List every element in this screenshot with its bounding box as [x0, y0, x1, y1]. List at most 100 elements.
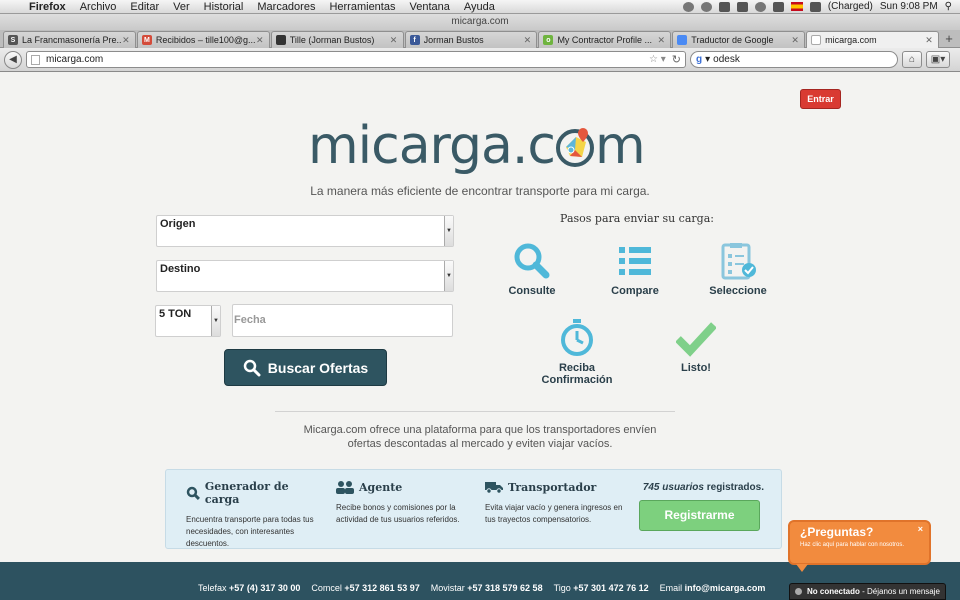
bookmark-star-icon[interactable]: ☆ ▾ — [649, 54, 666, 65]
fecha-input[interactable]: Fecha — [232, 304, 453, 337]
browser-tab[interactable]: o My Contractor Profile ... ✕ — [538, 31, 672, 48]
menubar-clock[interactable]: Sun 9:08 PM — [880, 1, 938, 12]
tab-close-icon[interactable]: ✕ — [389, 35, 399, 46]
chevron-down-icon[interactable]: ▼ — [211, 306, 220, 336]
menu-archivo[interactable]: Archivo — [73, 1, 124, 13]
step-listo: Listo! — [646, 318, 746, 374]
footer-contact-value: +57 318 579 62 58 — [467, 583, 543, 593]
home-button[interactable]: ⌂ — [902, 51, 922, 68]
stopwatch-icon — [561, 319, 593, 356]
tab-label: Traductor de Google — [691, 35, 774, 45]
menu-herramientas[interactable]: Herramientas — [322, 1, 402, 13]
search-dropdown-icon[interactable]: ▾ — [705, 54, 710, 65]
browser-tab[interactable]: micarga.com ✕ — [806, 31, 940, 48]
reload-icon[interactable]: ↻ — [672, 53, 681, 66]
clipboard-check-icon — [721, 243, 756, 280]
checkmark-icon — [676, 322, 716, 357]
truck-icon — [485, 482, 503, 494]
menu-marcadores[interactable]: Marcadores — [250, 1, 322, 13]
tab-close-icon[interactable]: ✕ — [790, 35, 800, 46]
column-text: Evita viajar vacío y genera ingresos en … — [485, 503, 623, 524]
menu-app[interactable]: Firefox — [22, 1, 73, 13]
menu-editar[interactable]: Editar — [123, 1, 166, 13]
tab-favicon-icon: M — [141, 35, 152, 45]
chat-status-bar[interactable]: No conectado - Déjanos un mensaje — [789, 583, 946, 600]
spotlight-icon[interactable]: ⚲ — [945, 1, 952, 12]
menu-ventana[interactable]: Ventana — [402, 1, 456, 13]
time-machine-icon[interactable] — [700, 1, 712, 12]
tab-close-icon[interactable]: ✕ — [656, 35, 666, 46]
skype-icon[interactable] — [682, 1, 694, 12]
search-bar[interactable]: g ▾ odesk — [690, 51, 898, 68]
footer-contact: Comcel +57 312 861 53 97 — [311, 583, 419, 593]
window-title: micarga.com — [451, 16, 509, 27]
origen-select[interactable]: Origen ▼ — [156, 215, 454, 247]
step-reciba-confirmacion: Reciba Confirmación — [527, 318, 627, 386]
browser-tab[interactable]: M Recibidos – tille100@g... ✕ — [136, 31, 270, 48]
search-value[interactable]: odesk — [713, 54, 740, 65]
browser-tab[interactable]: Traductor de Google ✕ — [672, 31, 806, 48]
divider — [275, 411, 675, 412]
footer-contact-label: Telefax — [198, 583, 227, 593]
battery-status: (Charged) — [827, 1, 873, 12]
tab-label: Tille (Jorman Bustos) — [289, 35, 375, 45]
tab-close-icon[interactable]: ✕ — [924, 35, 934, 46]
volume-icon[interactable] — [772, 1, 784, 12]
display-icon[interactable] — [718, 1, 730, 12]
input-flag-icon[interactable] — [790, 2, 803, 11]
destino-select[interactable]: Destino ▼ — [156, 260, 454, 292]
extension-button[interactable]: ▣▾ — [926, 51, 950, 68]
window-titlebar: micarga.com — [0, 14, 960, 30]
menu-ayuda[interactable]: Ayuda — [457, 1, 502, 13]
browser-tab[interactable]: f Jorman Bustos ✕ — [404, 31, 538, 48]
chat-status-suffix: - Déjanos un mensaje — [859, 587, 940, 596]
browser-tab[interactable]: S La Francmasonería Pre... ✕ — [3, 31, 136, 48]
footer-contact: Email info@micarga.com — [660, 583, 766, 593]
wifi-icon[interactable] — [754, 1, 766, 12]
logo-text-start: micarga.c — [308, 116, 556, 176]
step-compare: Compare — [585, 241, 685, 297]
url-bar[interactable]: micarga.com ☆ ▾ ↻ — [26, 51, 686, 68]
chevron-down-icon[interactable]: ▼ — [444, 216, 453, 246]
tab-label: My Contractor Profile ... — [557, 35, 652, 45]
tab-close-icon[interactable]: ✕ — [522, 35, 532, 46]
menu-ver[interactable]: Ver — [166, 1, 197, 13]
new-tab-button[interactable]: + — [940, 31, 958, 48]
ton-select[interactable]: 5 TON ▼ — [155, 305, 221, 337]
steps-title: Pasos para enviar su carga: — [560, 212, 714, 225]
footer-contact: Telefax +57 (4) 317 30 00 — [198, 583, 300, 593]
menu-historial[interactable]: Historial — [197, 1, 251, 13]
tab-favicon-icon — [677, 35, 688, 45]
search-offers-button[interactable]: Buscar Ofertas — [224, 349, 387, 386]
chat-bubble[interactable]: ¿Preguntas? Haz clic aquí para hablar co… — [788, 520, 931, 565]
google-icon[interactable]: g — [696, 54, 702, 65]
register-button[interactable]: Registrarme — [639, 500, 760, 531]
tab-favicon-icon — [811, 35, 822, 45]
destino-label: Destino — [160, 263, 201, 275]
micarga-logo[interactable]: micarga.c m — [308, 111, 648, 181]
back-button[interactable]: ◀ — [4, 50, 22, 69]
tab-close-icon[interactable]: ✕ — [121, 35, 131, 46]
url-text[interactable]: micarga.com — [46, 54, 649, 65]
mac-menubar: Firefox Archivo Editar Ver Historial Mar… — [0, 0, 960, 14]
step-label: Reciba Confirmación — [541, 362, 613, 386]
chat-status: No conectado — [807, 587, 860, 596]
close-icon[interactable]: × — [918, 524, 923, 534]
footer-contact-label: Tigo — [553, 583, 571, 593]
bluetooth-icon[interactable] — [736, 1, 748, 12]
browser-tab[interactable]: Tille (Jorman Bustos) ✕ — [270, 31, 404, 48]
chevron-down-icon[interactable]: ▼ — [444, 261, 453, 291]
list-icon — [619, 247, 651, 275]
login-button[interactable]: Entrar — [800, 89, 841, 109]
footer-contact: Tigo +57 301 472 76 12 — [554, 583, 649, 593]
tab-close-icon[interactable]: ✕ — [255, 35, 265, 46]
column-title-text: Agente — [359, 480, 403, 494]
map-pin-logo-icon — [556, 128, 595, 167]
battery-icon[interactable] — [809, 1, 821, 12]
info-panel: Generador de carga Encuentra transporte … — [165, 469, 782, 549]
page-icon — [31, 54, 40, 65]
footer-contact-value[interactable]: info@micarga.com — [685, 583, 766, 593]
tab-favicon-icon: f — [409, 35, 420, 45]
tab-bar: S La Francmasonería Pre... ✕ M Recibidos – t… — [0, 30, 960, 48]
column-transportador: Transportador Evita viajar vacío y gener… — [485, 480, 625, 526]
